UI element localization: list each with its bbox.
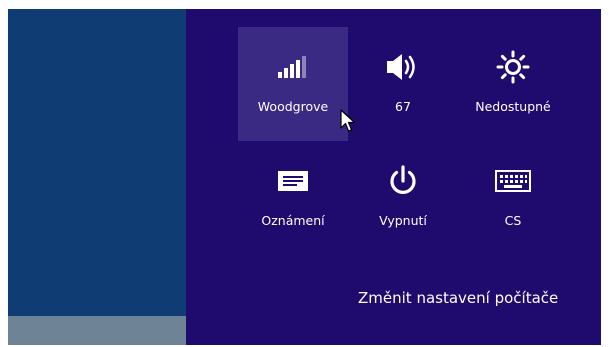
keyboard-label: CS	[504, 213, 522, 228]
brightness-icon	[493, 47, 533, 87]
wifi-signal-icon	[273, 47, 313, 87]
notifications-label: Oznámení	[261, 213, 325, 228]
network-label: Woodgrove	[257, 99, 329, 114]
notifications-tile[interactable]: Oznámení	[238, 141, 348, 255]
volume-tile[interactable]: 67	[348, 27, 458, 141]
network-tile[interactable]: Woodgrove	[238, 27, 348, 141]
keyboard-tile[interactable]: CS	[458, 141, 568, 255]
power-icon	[383, 161, 423, 201]
notifications-icon	[273, 161, 313, 201]
brightness-label: Nedostupné	[475, 99, 551, 114]
change-pc-settings-link[interactable]: Změnit nastavení počítače	[358, 288, 558, 308]
keyboard-icon	[493, 161, 533, 201]
brightness-tile[interactable]: Nedostupné	[458, 27, 568, 141]
desktop-background	[8, 9, 186, 345]
power-label: Vypnutí	[379, 213, 427, 228]
mouse-cursor-icon	[340, 109, 356, 132]
volume-icon	[383, 47, 423, 87]
taskbar	[8, 316, 186, 345]
power-tile[interactable]: Vypnutí	[348, 141, 458, 255]
volume-label: 67	[395, 99, 411, 114]
